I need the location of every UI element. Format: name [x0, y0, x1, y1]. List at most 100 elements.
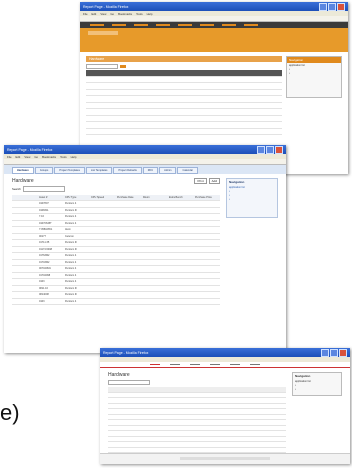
- footer-links: [180, 457, 270, 460]
- menu-go[interactable]: Go: [110, 12, 114, 16]
- window-title: Report Page - Mozilla Firefox: [7, 147, 53, 152]
- search-button[interactable]: [120, 64, 126, 68]
- table-cell: 0103: [39, 280, 45, 284]
- tab-list-templates[interactable]: List Templates: [85, 167, 113, 174]
- minimize-icon[interactable]: [321, 348, 329, 357]
- menu-edit[interactable]: Edit: [92, 12, 97, 16]
- tab-project-defaults[interactable]: Project Defaults: [113, 167, 142, 174]
- table-cell: 0814008: [39, 293, 49, 297]
- menu-tools[interactable]: Tools: [60, 155, 67, 159]
- tab-hardware[interactable]: Hardware: [12, 167, 34, 174]
- table-cell: Pentium III: [65, 293, 77, 297]
- tab-project-templates[interactable]: Project Templates: [54, 167, 85, 174]
- nav-item[interactable]: [210, 363, 220, 366]
- section-title: Hardware: [108, 372, 130, 378]
- window-title: Report Page - Mozilla Firefox: [103, 350, 149, 355]
- table-cell: Pentium 4: [65, 299, 77, 303]
- close-icon[interactable]: [275, 145, 283, 154]
- title-bar: Report Page - Mozilla Firefox: [80, 2, 348, 11]
- search-input[interactable]: [22, 186, 65, 192]
- menu-view[interactable]: View: [24, 155, 30, 159]
- table-cell: Celeron: [65, 234, 74, 238]
- nav-link[interactable]: •: [287, 71, 341, 75]
- nav-item[interactable]: [230, 363, 240, 366]
- menu-tools[interactable]: Tools: [136, 12, 143, 16]
- nav-item[interactable]: [244, 24, 258, 26]
- close-icon[interactable]: [339, 348, 347, 357]
- table-cell: Pentium 4: [65, 215, 77, 219]
- table-cell: Pentium 4: [65, 267, 77, 271]
- table-cell: Pentium 4: [65, 202, 77, 206]
- column-header[interactable]: CPU Type: [64, 196, 90, 199]
- title-bar: Report Page - Mozilla Firefox: [100, 348, 350, 357]
- tab-groups[interactable]: Groups: [34, 167, 54, 174]
- column-header[interactable]: Room: [142, 196, 168, 199]
- nav-item[interactable]: [178, 24, 192, 26]
- nav-item[interactable]: [170, 363, 180, 366]
- table-cell: Pentium 4: [65, 273, 77, 277]
- table-cell: 01174:6498: [39, 247, 53, 251]
- print-button[interactable]: Print: [194, 178, 207, 184]
- maximize-icon[interactable]: [330, 348, 338, 357]
- menu-edit[interactable]: Edit: [16, 155, 21, 159]
- table-cell: Pentium 4: [65, 221, 77, 225]
- menu-file[interactable]: File: [83, 12, 88, 16]
- table-cell: 7.16: [39, 215, 44, 219]
- partial-label-text: e): [0, 400, 20, 425]
- nav-link[interactable]: •: [227, 197, 277, 201]
- table-cell: 01711:35: [39, 241, 50, 245]
- menu-file[interactable]: File: [7, 155, 12, 159]
- page-header: [80, 28, 348, 52]
- window-title: Report Page - Mozilla Firefox: [83, 4, 129, 9]
- column-header[interactable]: Extra Bench: [168, 196, 194, 199]
- navigation-panel: Navigation application list • •: [286, 56, 342, 98]
- column-header[interactable]: Purchase Date: [116, 196, 142, 199]
- table-cell: Pentium III: [65, 208, 77, 212]
- tab-admin[interactable]: Admin: [159, 167, 177, 174]
- menu-go[interactable]: Go: [34, 155, 38, 159]
- menu-bookmarks[interactable]: Bookmarks: [118, 12, 132, 16]
- column-header[interactable]: Purchase Price: [194, 196, 220, 199]
- nav-item[interactable]: [250, 363, 260, 366]
- table-cell: 01703M2: [39, 260, 50, 264]
- nav-link[interactable]: •: [293, 387, 341, 391]
- table-cell: 00177: [39, 234, 46, 238]
- nav-item[interactable]: [156, 24, 170, 26]
- column-header[interactable]: Asset #: [38, 196, 64, 199]
- nav-item[interactable]: [134, 24, 148, 26]
- nav-item[interactable]: [112, 24, 126, 26]
- nav-item[interactable]: [150, 363, 160, 366]
- table-row[interactable]: 0103 Pentium 4: [12, 299, 220, 305]
- table-cell: Pentium 4: [65, 280, 77, 284]
- table-cell: 0103: [39, 299, 45, 303]
- table-cell: 0107807: [39, 202, 49, 206]
- navigation-panel: Navigation application list • •: [292, 372, 342, 396]
- table-cell: 01070645T: [39, 221, 52, 225]
- table-cell: 7:05810651: [39, 228, 53, 232]
- footer: [100, 453, 350, 464]
- tab-rfc[interactable]: RFC: [142, 167, 159, 174]
- maximize-icon[interactable]: [266, 145, 274, 154]
- table-row[interactable]: [86, 129, 282, 135]
- nav-item[interactable]: [200, 24, 214, 26]
- menu-view[interactable]: View: [100, 12, 106, 16]
- minimize-icon[interactable]: [319, 2, 327, 11]
- search-input[interactable]: [108, 380, 150, 385]
- nav-item[interactable]: [90, 24, 104, 26]
- table-cell: 01763M2: [39, 254, 50, 258]
- table-cell: Pentium III: [65, 241, 77, 245]
- column-header[interactable]: CPU Speed: [90, 196, 116, 199]
- close-icon[interactable]: [337, 2, 345, 11]
- table-cell: Atom: [65, 228, 71, 232]
- nav-item[interactable]: [190, 363, 200, 366]
- menu-bookmarks[interactable]: Bookmarks: [42, 155, 56, 159]
- menu-help[interactable]: Help: [71, 155, 77, 159]
- minimize-icon[interactable]: [257, 145, 265, 154]
- menu-help[interactable]: Help: [147, 12, 153, 16]
- section-title: Hardware: [12, 178, 34, 184]
- tab-calendar[interactable]: Calendar: [177, 167, 198, 174]
- add-button[interactable]: Add: [208, 178, 220, 184]
- maximize-icon[interactable]: [328, 2, 336, 11]
- nav-item[interactable]: [222, 24, 236, 26]
- search-input[interactable]: [86, 63, 118, 69]
